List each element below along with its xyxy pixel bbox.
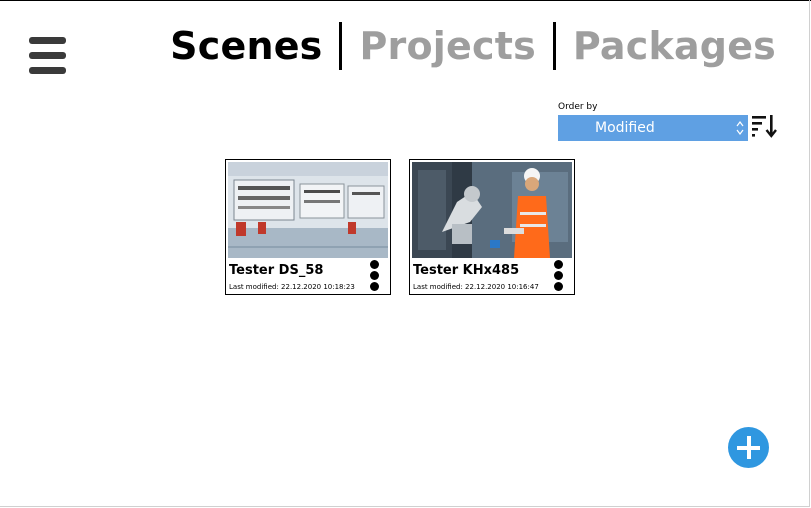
order-by-label: Order by — [558, 102, 598, 112]
vertical-dots-icon[interactable] — [553, 258, 565, 292]
vertical-dots-icon[interactable] — [369, 258, 381, 292]
factory-workstations-photo — [228, 162, 388, 258]
tab-scenes[interactable]: Scenes — [170, 24, 322, 68]
card-modified: Last modified: 22.12.2020 10:16:47 — [413, 283, 539, 291]
scene-card[interactable]: Tester DS_58 Last modified: 22.12.2020 1… — [225, 159, 391, 295]
tab-divider — [552, 22, 556, 70]
order-by-select[interactable]: Modified — [558, 115, 748, 141]
tab-packages[interactable]: Packages — [573, 24, 776, 68]
order-by-value: Modified — [595, 120, 655, 136]
select-arrows-icon — [736, 121, 744, 135]
tab-projects[interactable]: Projects — [359, 24, 535, 68]
worker-with-robot-arm-photo — [412, 162, 572, 258]
sort-descending-icon[interactable] — [751, 113, 779, 139]
plus-icon[interactable] — [728, 427, 769, 468]
section-tabs: Scenes Projects Packages — [170, 20, 776, 72]
card-title: Tester DS_58 — [229, 263, 324, 278]
hamburger-menu-icon[interactable] — [29, 37, 66, 75]
scene-card[interactable]: Tester KHx485 Last modified: 22.12.2020 … — [409, 159, 575, 295]
card-title: Tester KHx485 — [413, 263, 520, 278]
window-frame — [0, 0, 810, 507]
card-modified: Last modified: 22.12.2020 10:18:23 — [229, 283, 355, 291]
tab-divider — [339, 22, 343, 70]
